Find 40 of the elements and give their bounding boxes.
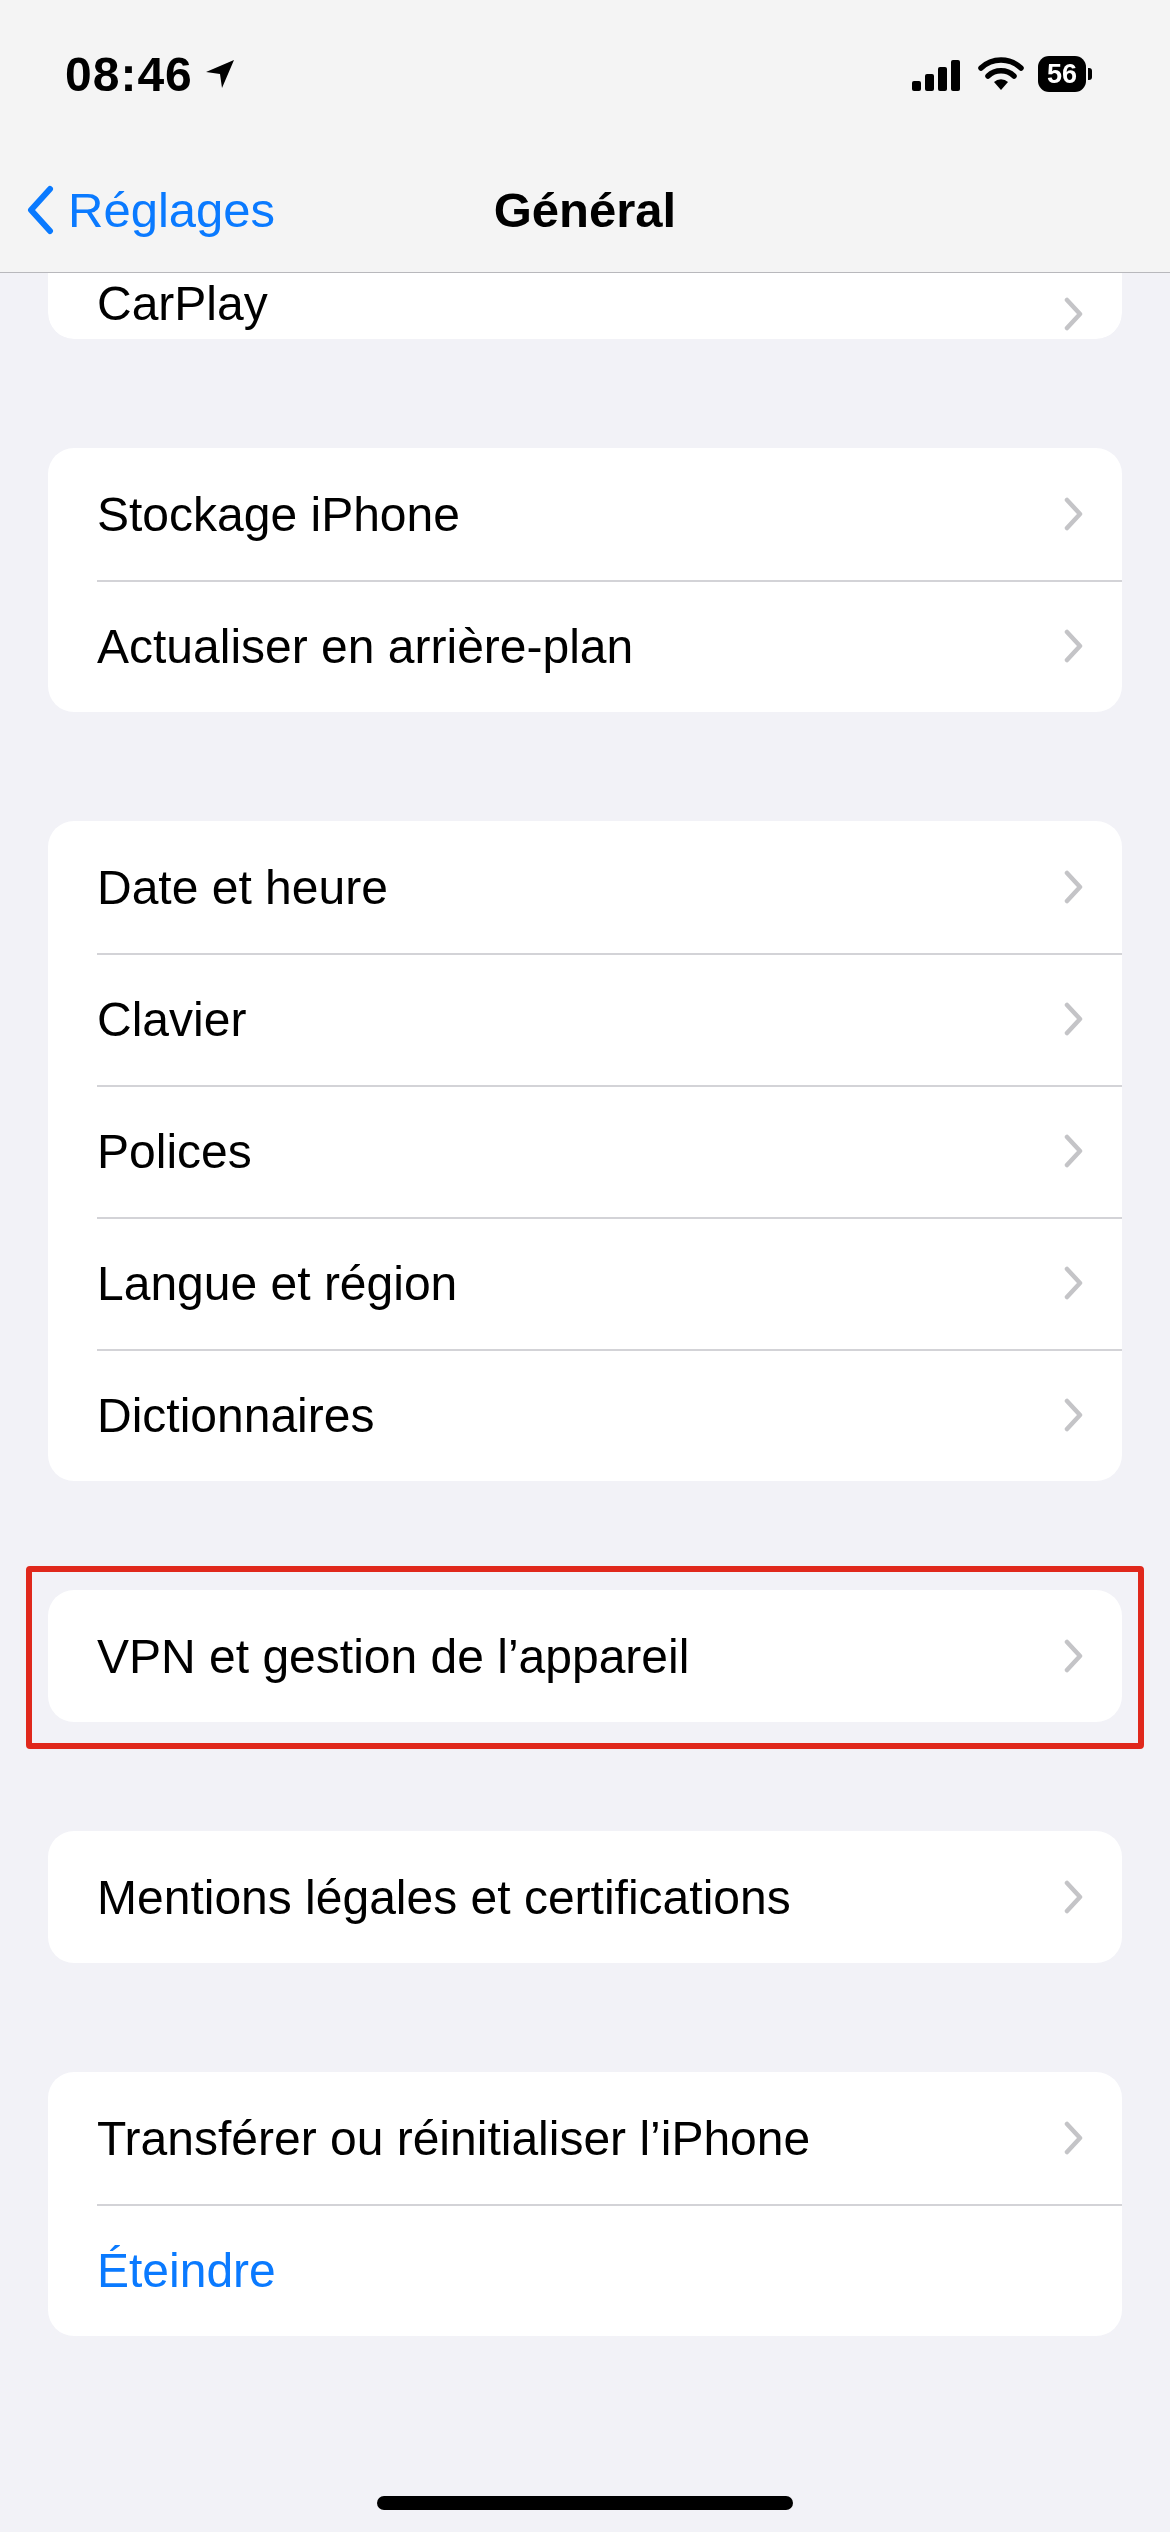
row-label: Polices	[97, 1123, 252, 1179]
settings-row[interactable]: Actualiser en arrière-plan	[48, 580, 1122, 712]
settings-row[interactable]: Langue et région	[48, 1217, 1122, 1349]
row-label: CarPlay	[97, 276, 268, 331]
row-label: Éteindre	[97, 2242, 276, 2298]
settings-row[interactable]: Dictionnaires	[48, 1349, 1122, 1481]
chevron-icon	[1064, 1134, 1084, 1168]
chevron-icon	[1064, 1398, 1084, 1432]
chevron-icon	[1064, 870, 1084, 904]
row-label: Clavier	[97, 991, 247, 1047]
chevron-icon	[1064, 1266, 1084, 1300]
settings-row[interactable]: Transférer ou réinitialiser l’iPhone	[48, 2072, 1122, 2204]
row-label: Langue et région	[97, 1255, 458, 1311]
status-time: 08:46	[65, 46, 193, 102]
back-chevron-icon	[26, 185, 54, 235]
row-label: Actualiser en arrière-plan	[97, 618, 634, 674]
row-label: Dictionnaires	[97, 1387, 375, 1443]
settings-row[interactable]: Clavier	[48, 953, 1122, 1085]
settings-row[interactable]: Éteindre	[48, 2204, 1122, 2336]
row-label: Transférer ou réinitialiser l’iPhone	[97, 2110, 811, 2166]
settings-row[interactable]: Stockage iPhone	[48, 448, 1122, 580]
wifi-icon	[977, 57, 1024, 91]
chevron-icon	[1064, 629, 1084, 663]
settings-row[interactable]: Mentions légales et certifications	[48, 1831, 1122, 1963]
row-label: Date et heure	[97, 859, 388, 915]
settings-row[interactable]: Date et heure	[48, 821, 1122, 953]
chevron-icon	[1064, 297, 1084, 331]
page-title: Général	[493, 182, 677, 238]
chevron-icon	[1064, 1002, 1084, 1036]
row-label: Stockage iPhone	[97, 486, 460, 542]
chevron-icon	[1064, 2121, 1084, 2155]
row-label: VPN et gestion de l’appareil	[97, 1628, 690, 1684]
settings-row[interactable]: Polices	[48, 1085, 1122, 1217]
chevron-icon	[1064, 1639, 1084, 1673]
chevron-icon	[1064, 1880, 1084, 1914]
settings-row[interactable]: CarPlay	[48, 273, 1122, 339]
row-label: Mentions légales et certifications	[97, 1869, 791, 1925]
settings-row[interactable]: VPN et gestion de l’appareil	[48, 1590, 1122, 1722]
chevron-icon	[1064, 497, 1084, 531]
back-button[interactable]: Réglages	[26, 182, 276, 238]
